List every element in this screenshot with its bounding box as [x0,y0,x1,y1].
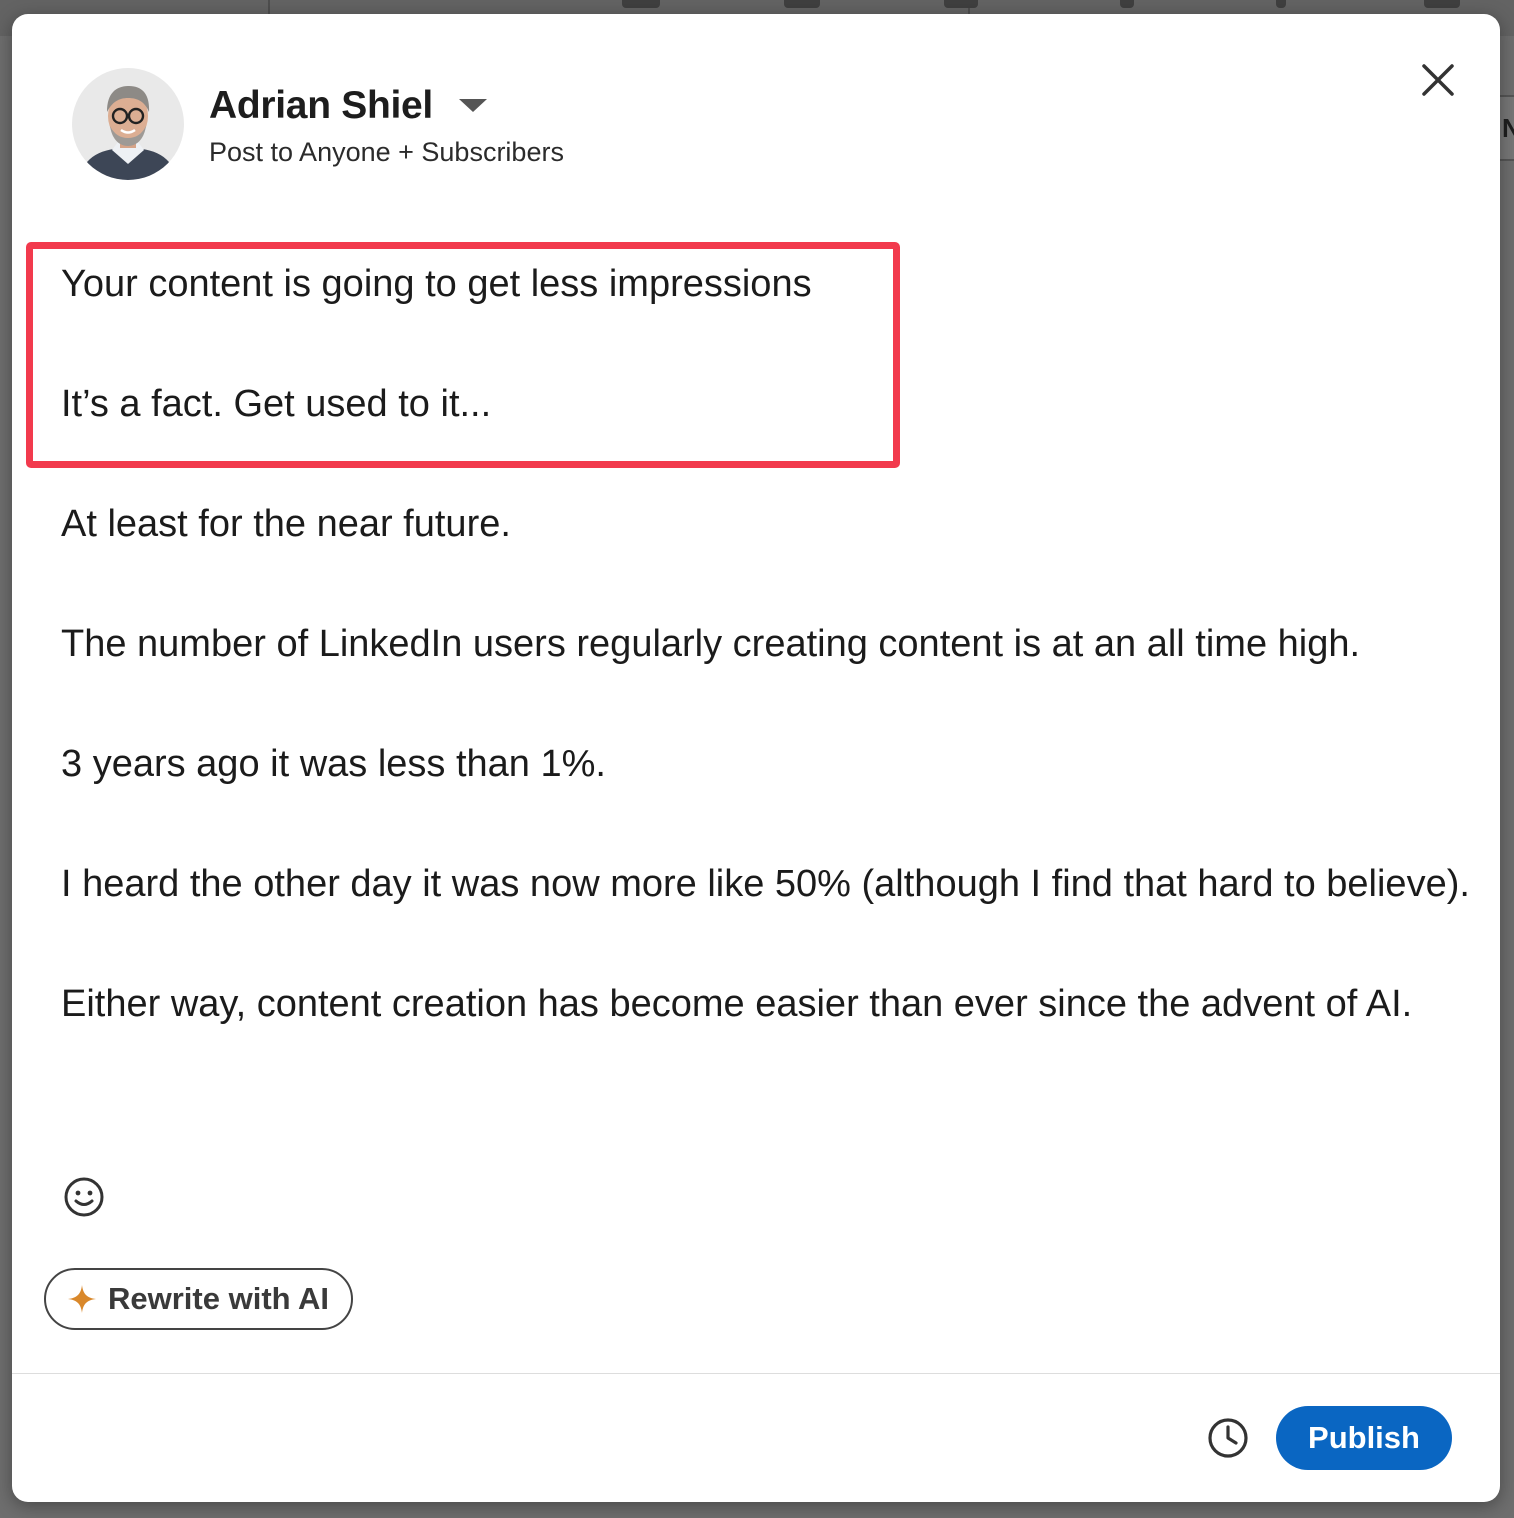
post-editor[interactable]: Your content is going to get less impres… [61,254,1481,1034]
post-paragraph: Either way, content creation has become … [61,983,1413,1025]
background-nav-icon [944,0,978,8]
background-avatar [1424,0,1460,8]
post-paragraph: At least for the near future. [61,503,511,545]
post-paragraph: 3 years ago it was less than 1%. [61,743,606,785]
background-nav-icon [1276,0,1286,8]
emoji-button[interactable] [63,1176,105,1218]
background-side-panel: N [1500,95,1514,161]
post-paragraph: It’s a fact. Get used to it... [61,383,492,425]
background-nav-icon [622,0,660,8]
avatar [72,68,184,180]
background-divider [268,0,270,14]
rewrite-with-ai-label: Rewrite with AI [108,1281,330,1316]
create-post-modal: Adrian Shiel Post to Anyone + Subscriber… [12,14,1500,1502]
post-audience: Post to Anyone + Subscribers [209,136,564,167]
background-nav-icon [1120,0,1134,8]
chevron-down-icon [458,99,487,112]
post-paragraph: Your content is going to get less impres… [61,263,812,305]
author-selector[interactable]: Adrian Shiel Post to Anyone + Subscriber… [72,68,564,180]
clock-icon [1208,1418,1248,1458]
author-name: Adrian Shiel [209,83,433,127]
post-paragraph: The number of LinkedIn users regularly c… [61,623,1361,665]
sparkle-icon [68,1285,96,1313]
background-nav-icon [784,0,820,8]
smiley-icon [64,1177,104,1217]
close-icon [1422,64,1454,96]
rewrite-with-ai-button[interactable]: Rewrite with AI [44,1268,354,1330]
publish-button[interactable]: Publish [1276,1406,1452,1470]
post-paragraph: I heard the other day it was now more li… [61,863,1470,905]
close-button[interactable] [1414,56,1462,104]
footer-divider [12,1373,1500,1374]
schedule-post-button[interactable] [1206,1416,1250,1460]
